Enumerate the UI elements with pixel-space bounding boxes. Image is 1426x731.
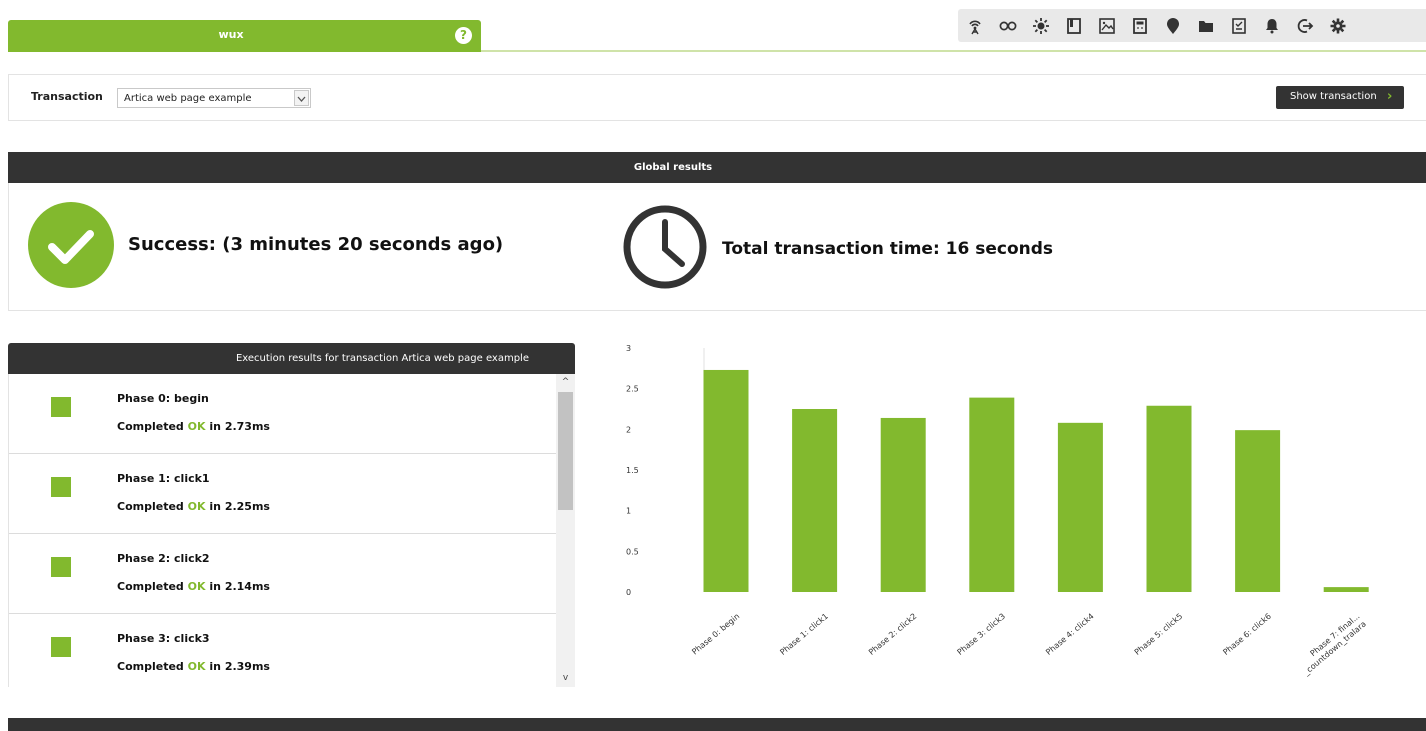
phase-title: Phase 1: click1 <box>117 472 210 485</box>
global-results-title: Global results <box>633 162 713 173</box>
y-tick-label: 0 <box>626 588 631 597</box>
phase-row: Phase 0: begin Completed OK in 2.73ms <box>9 374 556 454</box>
tab-underline <box>481 50 1426 52</box>
chevron-down-icon[interactable] <box>294 90 309 106</box>
ok-label: OK <box>187 660 206 673</box>
section-title: wux <box>218 28 244 41</box>
calculator-icon[interactable] <box>1123 9 1156 42</box>
bar <box>1235 430 1281 592</box>
completed-label: Completed <box>117 580 184 593</box>
x-tick-label: Phase 4: click4 <box>1044 612 1096 657</box>
sun-icon[interactable] <box>1024 9 1057 42</box>
bar <box>792 409 838 592</box>
x-tick-label: Phase 0: begin <box>690 612 741 657</box>
phase-title: Phase 0: begin <box>117 392 209 405</box>
phase-status: Completed OK in 2.39ms <box>117 660 270 673</box>
transaction-select-value: Artica web page example <box>124 93 252 104</box>
y-tick-label: 1.5 <box>626 466 639 475</box>
show-transaction-button[interactable]: Show transaction › <box>1276 86 1404 109</box>
transaction-select[interactable]: Artica web page example <box>117 88 311 108</box>
y-tick-label: 3 <box>626 344 631 353</box>
y-tick-label: 2.5 <box>626 385 639 394</box>
in-label: in <box>209 660 221 673</box>
phase-time: 2.25ms <box>224 500 270 513</box>
help-icon[interactable]: ? <box>455 27 472 44</box>
in-label: in <box>209 500 221 513</box>
chevron-right-icon: › <box>1387 89 1393 104</box>
phase-row: Phase 1: click1 Completed OK in 2.25ms <box>9 454 556 534</box>
in-label: in <box>209 580 221 593</box>
show-transaction-label: Show transaction <box>1290 91 1377 102</box>
bar <box>703 369 749 592</box>
global-results-panel: Success: (3 minutes 20 seconds ago) Tota… <box>8 183 1426 311</box>
x-tick-label: Phase 3: click3 <box>956 612 1008 657</box>
bell-icon[interactable] <box>1255 9 1288 42</box>
phase-row: Phase 3: click3 Completed OK in 2.39ms <box>9 614 556 687</box>
execution-results-list[interactable]: Phase 0: begin Completed OK in 2.73ms Ph… <box>8 374 575 687</box>
phase-time: 2.73ms <box>224 420 270 433</box>
bar <box>1146 405 1192 592</box>
scroll-down-arrow-icon[interactable]: v <box>556 670 575 687</box>
completed-label: Completed <box>117 420 184 433</box>
global-results-header: Global results <box>8 152 1426 183</box>
transaction-filter: Transaction Artica web page example Show… <box>8 74 1426 121</box>
transaction-label: Transaction <box>31 90 103 103</box>
phase-title: Phase 3: click3 <box>117 632 210 645</box>
status-square-icon <box>51 477 71 497</box>
execution-results-header: Execution results for transaction Artica… <box>8 343 575 374</box>
completed-label: Completed <box>117 500 184 513</box>
x-tick-label: Phase 6: click6 <box>1221 612 1273 657</box>
image-icon[interactable] <box>1090 9 1123 42</box>
x-tick-label: Phase 1: click1 <box>778 612 830 657</box>
section-tab: wux ? <box>8 20 481 52</box>
map-pin-icon[interactable] <box>1156 9 1189 42</box>
infinity-icon[interactable] <box>991 9 1024 42</box>
gear-icon[interactable] <box>1321 9 1354 42</box>
total-transaction-time: Total transaction time: 16 seconds <box>722 239 1054 259</box>
scroll-up-arrow-icon[interactable]: ^ <box>556 374 575 391</box>
bar <box>1057 422 1103 592</box>
x-tick-label: Phase 7: final..._countdown_tralara <box>1295 612 1368 678</box>
header-toolbar <box>958 9 1426 42</box>
y-tick-label: 2 <box>626 425 631 434</box>
wifi-tower-icon[interactable] <box>958 9 991 42</box>
phase-time: 2.14ms <box>224 580 270 593</box>
phase-status: Completed OK in 2.25ms <box>117 500 270 513</box>
phase-status: Completed OK in 2.73ms <box>117 420 270 433</box>
scrollbar-thumb[interactable] <box>558 392 573 510</box>
list-scrollbar[interactable]: ^ v <box>556 374 575 687</box>
bar <box>969 397 1015 592</box>
success-status: Success: (3 minutes 20 seconds ago) <box>128 234 504 255</box>
phase-time: 2.39ms <box>224 660 270 673</box>
next-section-header <box>8 718 1426 731</box>
notepad-icon[interactable] <box>1222 9 1255 42</box>
ok-label: OK <box>187 580 206 593</box>
status-square-icon <box>51 557 71 577</box>
ok-label: OK <box>187 420 206 433</box>
ok-label: OK <box>187 500 206 513</box>
x-tick-label: Phase 2: click2 <box>867 612 919 657</box>
bar <box>1323 587 1369 592</box>
y-tick-label: 1 <box>626 507 631 516</box>
folder-icon[interactable] <box>1189 9 1222 42</box>
status-square-icon <box>51 397 71 417</box>
status-square-icon <box>51 637 71 657</box>
book-icon[interactable] <box>1057 9 1090 42</box>
y-tick-label: 0.5 <box>626 547 639 556</box>
clock-icon <box>623 205 707 289</box>
in-label: in <box>209 420 221 433</box>
logout-icon[interactable] <box>1288 9 1321 42</box>
phase-time-chart: 0 0.5 1 1.5 2 2.5 3 Phase 0: begin Phase 1: clic… <box>626 344 1369 678</box>
execution-results-title: Execution results for transaction Artica… <box>235 353 529 364</box>
phase-row: Phase 2: click2 Completed OK in 2.14ms <box>9 534 556 614</box>
completed-label: Completed <box>117 660 184 673</box>
success-check-icon <box>28 202 114 288</box>
phase-status: Completed OK in 2.14ms <box>117 580 270 593</box>
x-tick-label: Phase 5: click5 <box>1133 612 1185 657</box>
bar <box>880 417 926 592</box>
phase-title: Phase 2: click2 <box>117 552 210 565</box>
